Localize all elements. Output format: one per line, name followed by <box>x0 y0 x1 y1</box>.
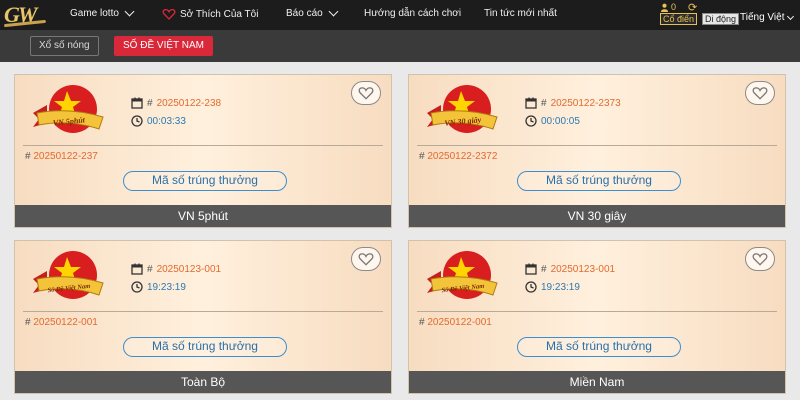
lottery-card-all[interactable]: Số Đề Việt Nam # 20250123-001 19:23:19 #… <box>14 240 392 394</box>
hash-symbol: # <box>541 263 547 275</box>
lottery-card-south[interactable]: Số Đề Việt Nam # 20250123-001 19:23:19 #… <box>408 240 786 394</box>
favorite-button[interactable] <box>745 247 775 271</box>
current-draw-row: # 20250123-001 <box>131 263 221 275</box>
countdown-timer: 19:23:19 <box>541 281 580 293</box>
favorite-button[interactable] <box>745 81 775 105</box>
clock-icon <box>131 281 143 293</box>
mode-mobile-button[interactable]: Di động <box>702 13 740 25</box>
current-draw-id: 20250123-001 <box>550 263 616 275</box>
tab-hot-lottery[interactable]: Xổ số nóng <box>30 36 99 56</box>
winning-numbers-button[interactable]: Mã số trúng thưởng <box>123 337 287 357</box>
favorite-button[interactable] <box>351 247 381 271</box>
previous-draw-id: 20250122-001 <box>33 317 98 328</box>
previous-draw: # 20250122-237 <box>25 151 98 162</box>
winning-numbers-button[interactable]: Mã số trúng thưởng <box>517 337 681 357</box>
winning-numbers-button[interactable]: Mã số trúng thưởng <box>517 171 681 191</box>
hash-symbol: # <box>147 263 153 275</box>
user-status[interactable]: 0 <box>660 2 676 12</box>
previous-draw-id: 20250122-237 <box>33 151 98 162</box>
calendar-icon <box>525 263 537 275</box>
divider <box>417 311 777 312</box>
countdown-timer: 19:23:19 <box>147 281 186 293</box>
divider <box>23 145 383 146</box>
nav-favorites-label: Sở Thích Của Tôi <box>180 8 259 20</box>
countdown-timer: 00:03:33 <box>147 115 186 127</box>
card-title[interactable]: VN 5phút <box>15 205 391 227</box>
previous-draw: # 20250122-001 <box>25 317 98 328</box>
previous-draw-id: 20250122-2372 <box>427 151 498 162</box>
category-tab-bar: Xổ số nóng SỐ ĐỀ VIỆT NAM <box>0 30 800 62</box>
countdown-row: 19:23:19 <box>525 281 580 293</box>
heart-outline-icon <box>358 253 374 266</box>
clock-icon <box>525 115 537 127</box>
calendar-icon <box>131 97 143 109</box>
heart-outline-icon <box>358 87 374 100</box>
nav-reports-label: Báo cáo <box>286 8 323 19</box>
card-title[interactable]: Toàn Bộ <box>15 371 391 393</box>
top-navigation-bar: GW Game lotto Sở Thích Của Tôi Báo cáo H… <box>0 0 800 30</box>
clock-icon <box>525 281 537 293</box>
calendar-icon <box>525 97 537 109</box>
nav-reports[interactable]: Báo cáo <box>286 6 339 19</box>
previous-draw: # 20250122-2372 <box>419 151 498 162</box>
site-logo[interactable]: GW <box>3 2 48 28</box>
hash-symbol: # <box>147 97 153 109</box>
heart-outline-icon <box>752 253 768 266</box>
tab-vietnam-lottery[interactable]: SỐ ĐỀ VIỆT NAM <box>114 36 213 56</box>
clock-icon <box>131 115 143 127</box>
account-panel: 0 ⟳ Cổ điển Di động Tiếng Việt <box>656 0 800 30</box>
card-title[interactable]: VN 30 giây <box>409 205 785 227</box>
divider <box>23 311 383 312</box>
countdown-row: 00:00:05 <box>525 115 580 127</box>
card-title[interactable]: Miền Nam <box>409 371 785 393</box>
winning-numbers-button[interactable]: Mã số trúng thưởng <box>123 171 287 191</box>
calendar-icon <box>131 263 143 275</box>
user-icon <box>660 3 669 12</box>
heart-icon <box>162 8 176 20</box>
current-draw-id: 20250123-001 <box>156 263 222 275</box>
vietnam-flag-emblem: VN 5phút <box>33 85 104 133</box>
lottery-card-vn-5-minute[interactable]: VN 5phút # 20250122-238 00:03:33 # 20250… <box>14 74 392 228</box>
language-label: Tiếng Việt <box>740 12 785 23</box>
current-draw-id: 20250122-238 <box>156 97 222 109</box>
current-draw-row: # 20250123-001 <box>525 263 615 275</box>
chevron-down-icon <box>328 6 339 17</box>
nav-latest-news[interactable]: Tin tức mới nhất <box>484 8 557 19</box>
countdown-timer: 00:00:05 <box>541 115 580 127</box>
countdown-row: 19:23:19 <box>131 281 186 293</box>
lottery-card-vn-30-second[interactable]: VN 30 giây # 20250122-2373 00:00:05 # 20… <box>408 74 786 228</box>
hash-symbol: # <box>541 97 547 109</box>
chevron-down-icon <box>787 12 795 20</box>
vietnam-flag-emblem: VN 30 giây <box>427 85 498 133</box>
nav-game-lotto-label: Game lotto <box>70 8 119 19</box>
language-selector[interactable]: Tiếng Việt <box>740 12 795 23</box>
vietnam-flag-emblem: Số Đề Việt Nam <box>33 251 104 299</box>
current-draw-id: 20250122-2373 <box>550 97 621 109</box>
nav-latest-news-label: Tin tức mới nhất <box>484 8 557 19</box>
mode-classic-button[interactable]: Cổ điển <box>660 13 698 25</box>
nav-favorites[interactable]: Sở Thích Của Tôi <box>162 8 258 20</box>
previous-draw: # 20250122-001 <box>419 317 492 328</box>
chevron-down-icon <box>124 6 135 17</box>
vietnam-flag-emblem: Số Đề Việt Nam <box>427 251 498 299</box>
nav-how-to-play-label: Hướng dẫn cách chơi <box>364 8 462 19</box>
nav-game-lotto[interactable]: Game lotto <box>70 6 135 19</box>
current-draw-row: # 20250122-238 <box>131 97 221 109</box>
divider <box>417 145 777 146</box>
user-count: 0 <box>671 2 677 12</box>
favorite-button[interactable] <box>351 81 381 105</box>
countdown-row: 00:03:33 <box>131 115 186 127</box>
previous-draw-id: 20250122-001 <box>427 317 492 328</box>
current-draw-row: # 20250122-2373 <box>525 97 621 109</box>
nav-how-to-play[interactable]: Hướng dẫn cách chơi <box>364 8 461 19</box>
heart-outline-icon <box>752 87 768 100</box>
